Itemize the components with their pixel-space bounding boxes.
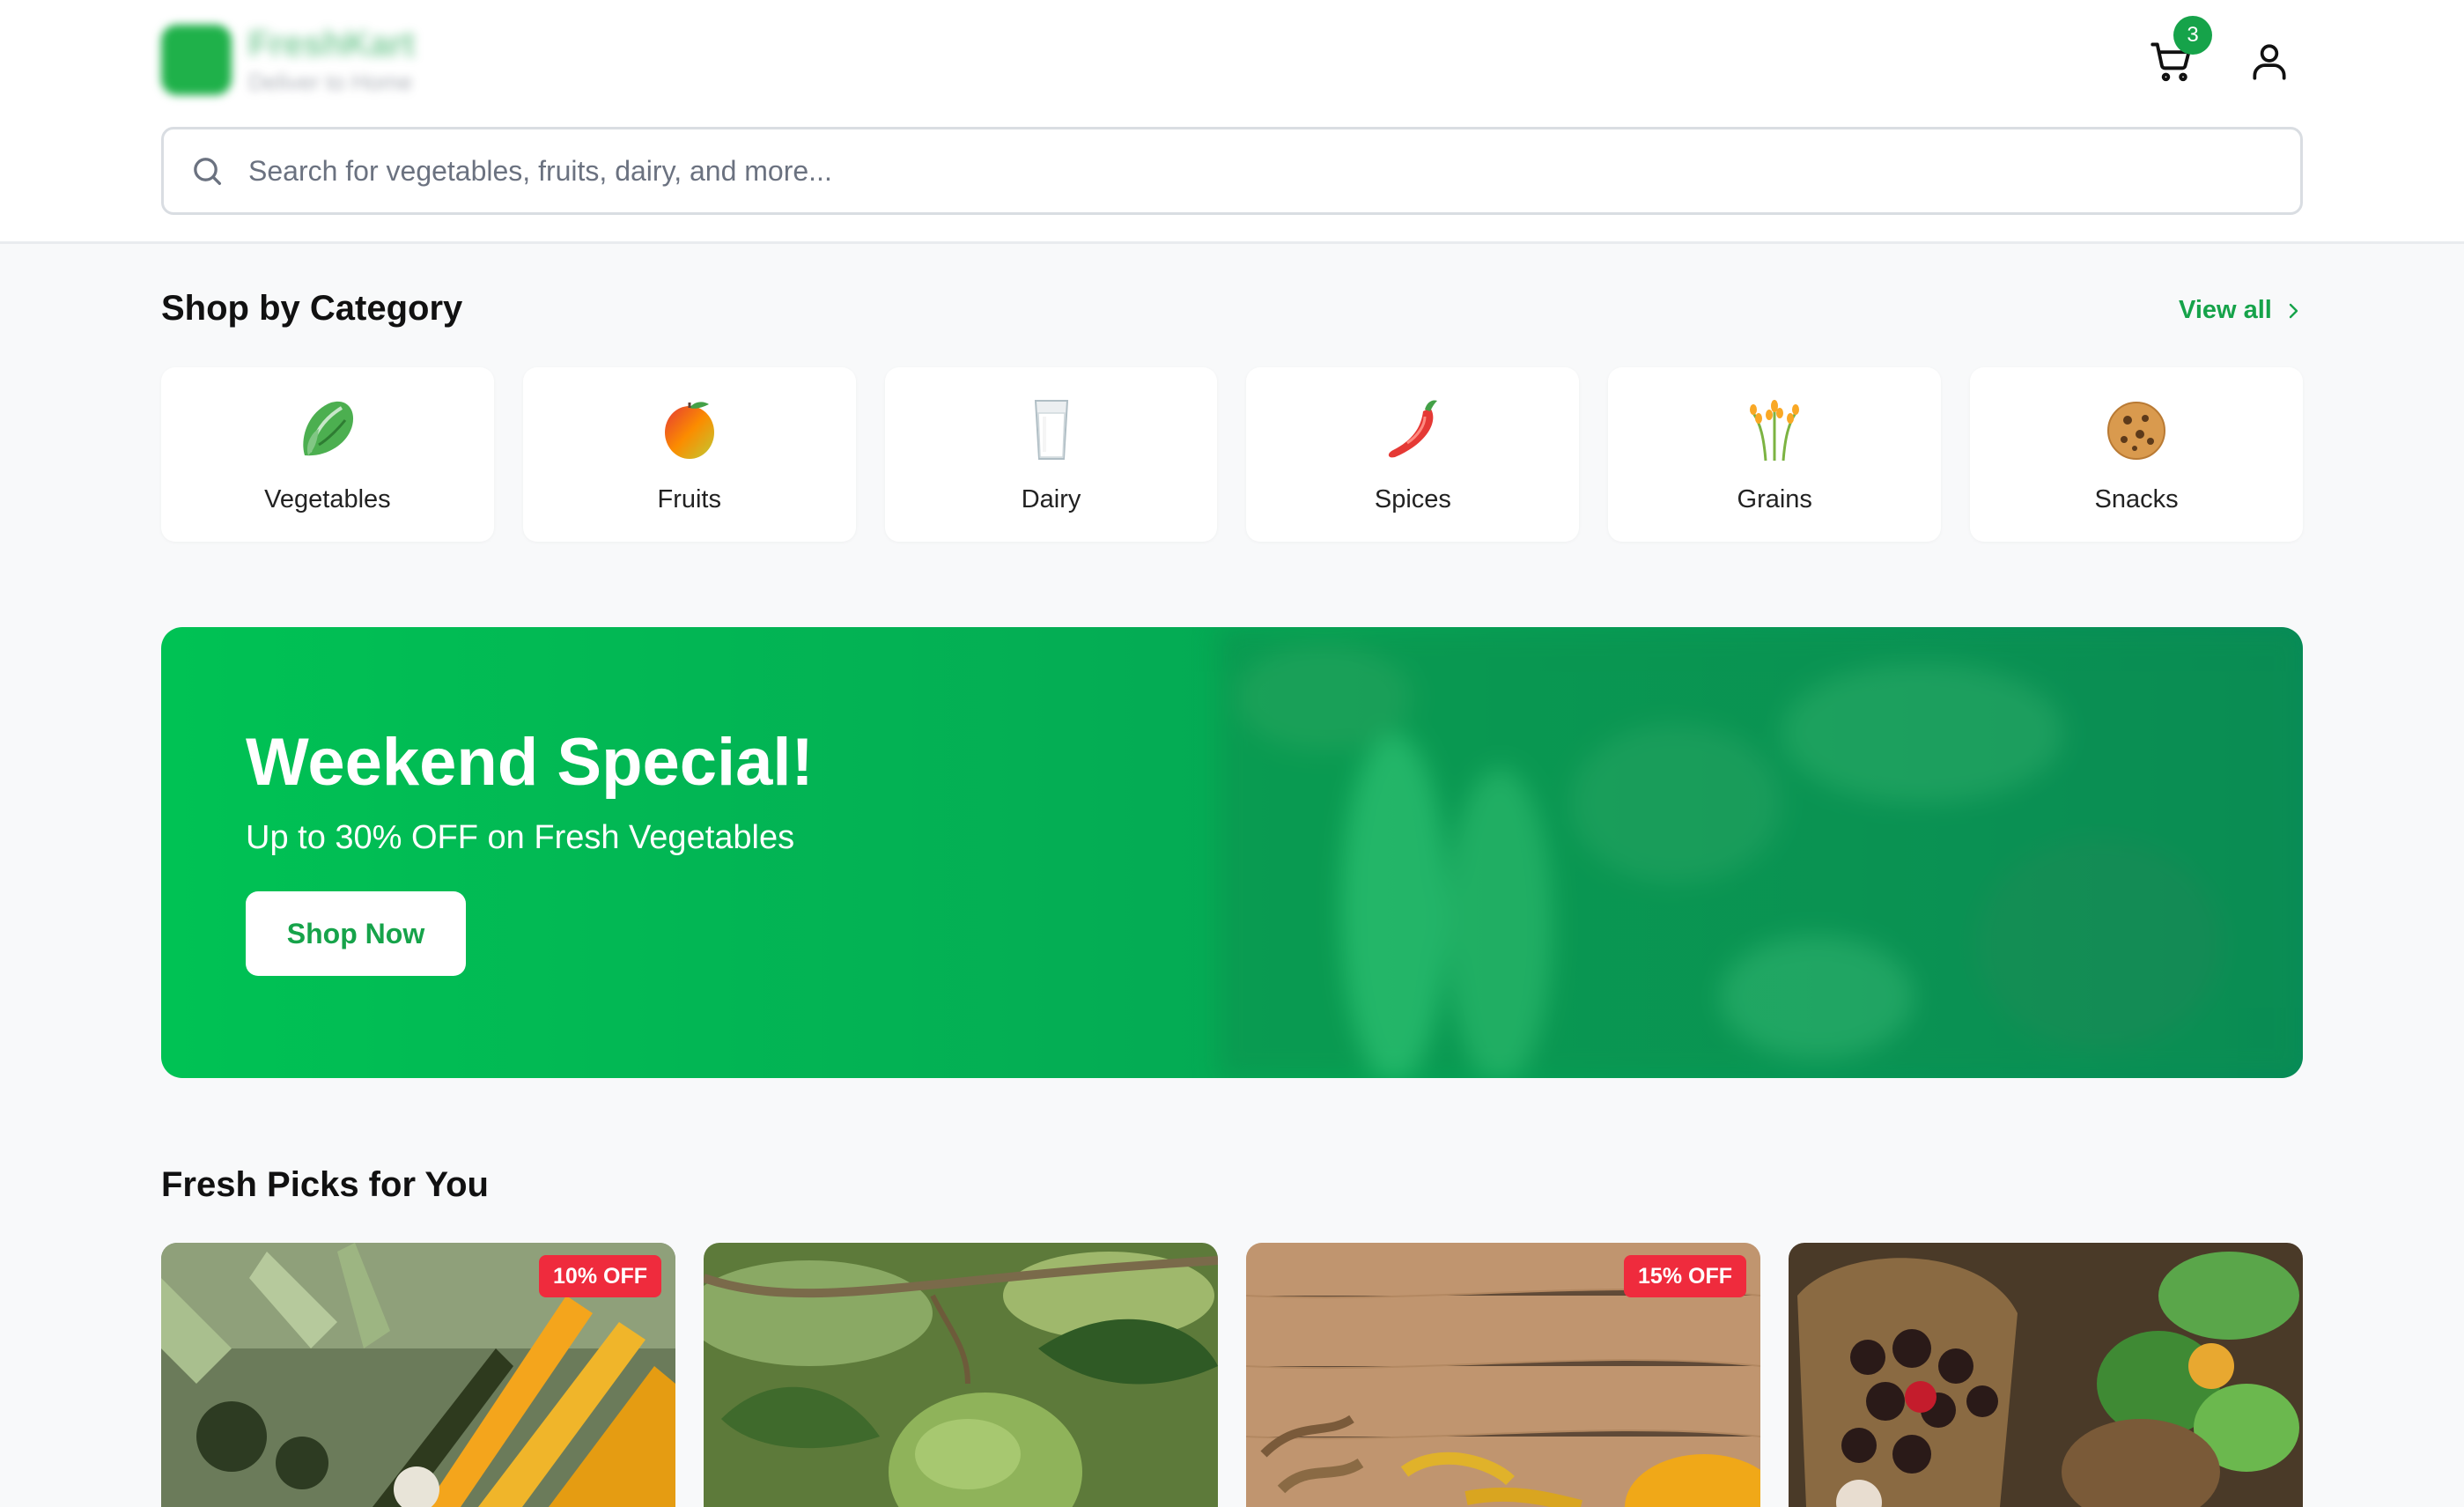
promo-banner[interactable]: Weekend Special! Up to 30% OFF on Fresh … [161, 627, 2303, 1078]
milk-glass-icon [1034, 400, 1068, 460]
mango-icon [664, 402, 714, 459]
products-section-title: Fresh Picks for You [161, 1165, 489, 1204]
view-all-link[interactable]: View all [2179, 296, 2304, 325]
search-input[interactable] [248, 129, 2274, 212]
user-account-button[interactable] [2241, 33, 2298, 90]
product-card[interactable] [704, 1243, 1218, 1507]
category-card-dairy[interactable]: Dairy [884, 367, 1218, 542]
category-list: Vegetables Fruits Dairy Spices Grains Sn… [161, 367, 2303, 542]
top-header: FreshKart Deliver to Home 3 [0, 0, 2464, 244]
category-section-title: Shop by Category [161, 289, 463, 328]
brand-logo[interactable] [161, 25, 232, 95]
delivery-location[interactable]: Deliver to Home [248, 69, 412, 96]
banner-subtitle: Up to 30% OFF on Fresh Vegetables [246, 819, 795, 856]
rice-sheaf-icon [1750, 400, 1800, 462]
banner-vegetables-photo [1218, 627, 2303, 1078]
cart-count-badge: 3 [2173, 16, 2212, 55]
category-label: Vegetables [264, 485, 391, 513]
product-card[interactable] [1789, 1243, 2303, 1507]
cookie-icon [2107, 402, 2166, 460]
search-bar[interactable] [161, 127, 2303, 215]
lettuce-icon [303, 401, 353, 456]
mango-tree-photo [704, 1243, 1218, 1507]
chili-pepper-icon [1389, 400, 1438, 458]
product-card[interactable]: 10% OFF [161, 1243, 675, 1507]
vegetable-basket-photo [1789, 1243, 2303, 1507]
shop-now-button[interactable]: Shop Now [246, 891, 466, 976]
brand-name: FreshKart [248, 25, 415, 63]
category-card-vegetables[interactable]: Vegetables [161, 367, 494, 542]
category-label: Snacks [2094, 485, 2179, 513]
product-card[interactable]: 15% OFF [1246, 1243, 1760, 1507]
search-icon [194, 158, 221, 185]
discount-badge: 15% OFF [1624, 1255, 1746, 1297]
category-label: Fruits [657, 485, 721, 513]
category-label: Grains [1737, 485, 1812, 513]
product-list: 10% OFF 15% OFF [161, 1243, 2303, 1507]
category-card-snacks[interactable]: Snacks [1970, 367, 2303, 542]
discount-badge: 10% OFF [539, 1255, 661, 1297]
user-icon [2253, 44, 2286, 80]
category-card-spices[interactable]: Spices [1246, 367, 1580, 542]
chevron-right-icon [2289, 303, 2298, 318]
category-label: Spices [1374, 485, 1451, 513]
category-card-grains[interactable]: Grains [1608, 367, 1942, 542]
view-all-label: View all [2179, 296, 2272, 324]
category-card-fruits[interactable]: Fruits [522, 367, 856, 542]
category-label: Dairy [1021, 485, 1081, 513]
banner-title: Weekend Special! [246, 725, 814, 800]
